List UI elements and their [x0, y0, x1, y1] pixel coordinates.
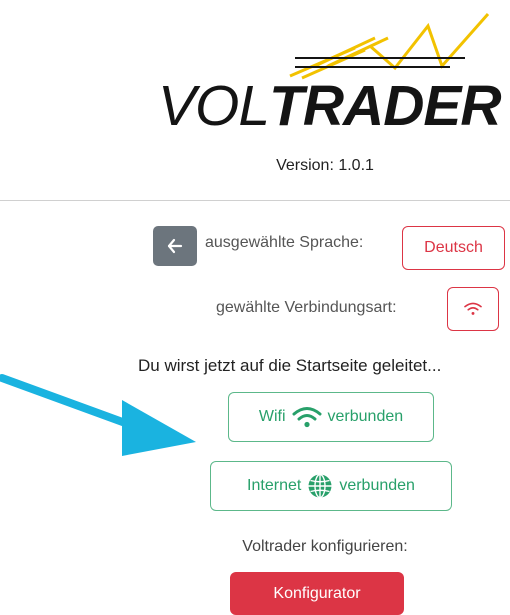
brand-name-part2: TRADER — [269, 74, 501, 138]
annotation-arrow-icon — [0, 374, 196, 456]
language-value: Deutsch — [424, 239, 483, 256]
version-label: Version: 1.0.1 — [276, 157, 374, 174]
divider — [0, 200, 510, 201]
configure-label: Voltrader konfigurieren: — [242, 538, 408, 555]
voltrader-logo: VOLTRADER — [150, 8, 502, 143]
connection-type-button[interactable] — [447, 287, 499, 331]
internet-status-suffix: verbunden — [339, 477, 415, 494]
wifi-icon — [292, 407, 322, 428]
configurator-button-label: Konfigurator — [273, 584, 361, 602]
brand-wordmark: VOLTRADER — [158, 78, 502, 135]
wifi-status-suffix: verbunden — [327, 408, 404, 425]
internet-status-prefix: Internet — [247, 477, 302, 494]
brand-name-part1: VOL — [158, 74, 270, 138]
internet-status-button[interactable]: Internet verbunden — [210, 461, 452, 511]
back-button[interactable] — [153, 226, 197, 266]
connection-label: gewählte Verbindungsart: — [216, 299, 397, 316]
wifi-status-prefix: Wifi — [258, 408, 286, 425]
wifi-status-button[interactable]: Wifi verbunden — [228, 392, 434, 442]
wifi-icon — [464, 302, 482, 315]
configurator-button[interactable]: Konfigurator — [230, 572, 404, 615]
globe-icon — [308, 473, 332, 499]
version-text: Version: 1.0.1 — [0, 157, 510, 175]
arrow-left-icon — [167, 238, 183, 254]
language-button[interactable]: Deutsch — [402, 226, 505, 270]
language-label: ausgewählte Sprache: — [205, 234, 364, 251]
